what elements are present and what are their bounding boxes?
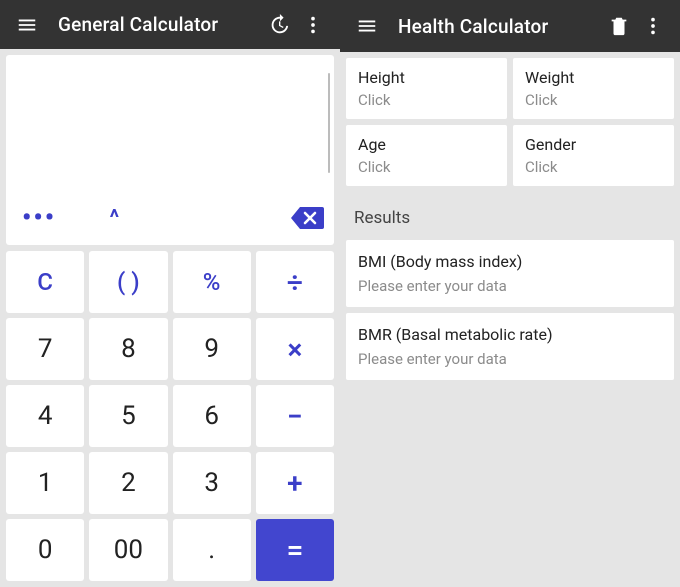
field-label: Weight xyxy=(525,68,662,87)
key-1[interactable]: 1 xyxy=(6,452,84,514)
field-value: Click xyxy=(358,158,495,176)
key-dot[interactable]: . xyxy=(173,519,251,581)
keypad: C ( ) % ÷ 7 8 9 × 4 5 6 − 1 2 3 + 0 00 .… xyxy=(0,251,340,587)
key-percent[interactable]: % xyxy=(173,251,251,313)
key-multiply[interactable]: × xyxy=(256,318,334,380)
results-header: Results xyxy=(340,192,680,240)
field-value: Click xyxy=(358,91,495,109)
key-8[interactable]: 8 xyxy=(89,318,167,380)
history-icon[interactable] xyxy=(262,8,296,42)
result-bmi[interactable]: BMI (Body mass index) Please enter your … xyxy=(346,240,674,307)
power-button[interactable]: ^ xyxy=(100,206,188,231)
key-paren[interactable]: ( ) xyxy=(89,251,167,313)
key-6[interactable]: 6 xyxy=(173,385,251,447)
key-2[interactable]: 2 xyxy=(89,452,167,514)
general-calculator-pane: General Calculator ••• ^ xyxy=(0,0,340,587)
app-title-general: General Calculator xyxy=(58,13,262,36)
field-age[interactable]: Age Click xyxy=(346,125,507,186)
calculator-display: ••• ^ xyxy=(6,55,334,245)
result-bmr[interactable]: BMR (Basal metabolic rate) Please enter … xyxy=(346,313,674,380)
field-value: Click xyxy=(525,91,662,109)
menu-icon[interactable] xyxy=(350,9,384,43)
key-7[interactable]: 7 xyxy=(6,318,84,380)
key-00[interactable]: 00 xyxy=(89,519,167,581)
key-minus[interactable]: − xyxy=(256,385,334,447)
appbar-health: Health Calculator xyxy=(340,0,680,52)
overflow-icon[interactable] xyxy=(296,8,330,42)
field-value: Click xyxy=(525,158,662,176)
result-hint: Please enter your data xyxy=(358,277,662,295)
backspace-button[interactable] xyxy=(280,205,324,231)
delete-icon[interactable] xyxy=(602,9,636,43)
result-title: BMI (Body mass index) xyxy=(358,252,662,271)
result-title: BMR (Basal metabolic rate) xyxy=(358,325,662,344)
input-fields: Height Click Weight Click Age Click Gend… xyxy=(340,52,680,192)
key-clear[interactable]: C xyxy=(6,251,84,313)
key-5[interactable]: 5 xyxy=(89,385,167,447)
field-label: Age xyxy=(358,135,495,154)
key-divide[interactable]: ÷ xyxy=(256,251,334,313)
app-title-health: Health Calculator xyxy=(398,15,602,38)
result-hint: Please enter your data xyxy=(358,350,662,368)
function-row: ••• ^ xyxy=(6,195,334,241)
key-3[interactable]: 3 xyxy=(173,452,251,514)
key-0[interactable]: 0 xyxy=(6,519,84,581)
field-height[interactable]: Height Click xyxy=(346,58,507,119)
field-label: Gender xyxy=(525,135,662,154)
overflow-icon[interactable] xyxy=(636,9,670,43)
field-gender[interactable]: Gender Click xyxy=(513,125,674,186)
key-equals[interactable]: = xyxy=(256,519,334,581)
scrollbar-hint xyxy=(328,73,330,173)
key-4[interactable]: 4 xyxy=(6,385,84,447)
health-calculator-pane: Health Calculator Height Click Weight Cl… xyxy=(340,0,680,587)
more-functions-button[interactable]: ••• xyxy=(16,213,100,223)
key-9[interactable]: 9 xyxy=(173,318,251,380)
field-weight[interactable]: Weight Click xyxy=(513,58,674,119)
appbar-general: General Calculator xyxy=(0,0,340,49)
menu-icon[interactable] xyxy=(10,8,44,42)
field-label: Height xyxy=(358,68,495,87)
key-plus[interactable]: + xyxy=(256,452,334,514)
